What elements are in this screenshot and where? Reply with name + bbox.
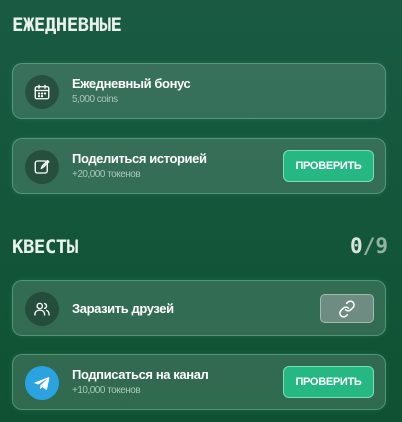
quests-progress: 0/9 xyxy=(350,234,388,258)
invite-friends-text: Заразить друзей xyxy=(72,301,174,316)
edit-icon xyxy=(25,150,59,184)
share-story-reward: +20,000 токенов xyxy=(72,169,141,180)
share-story-card: Поделиться историей +20,000 токенов ПРОВ… xyxy=(12,138,386,194)
subscribe-channel-text: Подписаться на канал +10,000 токенов xyxy=(72,367,209,396)
invite-friends-title: Заразить друзей xyxy=(72,301,174,316)
daily-bonus-title: Ежедневный бонус xyxy=(72,76,191,91)
subscribe-channel-reward: +10,000 токенов xyxy=(72,385,141,396)
share-story-text: Поделиться историей +20,000 токенов xyxy=(72,151,207,180)
users-icon xyxy=(25,292,59,326)
calendar-icon xyxy=(25,75,59,109)
daily-section-title: ЕЖЕДНЕВНЫЕ xyxy=(12,14,122,36)
quests-progress-total: 9 xyxy=(375,234,388,258)
subscribe-channel-check-button[interactable]: ПРОВЕРИТЬ xyxy=(283,366,374,398)
copy-invite-link-button[interactable] xyxy=(320,294,374,323)
quests-section-title: КВЕСТЫ xyxy=(12,236,78,258)
daily-bonus-card[interactable]: Ежедневный бонус 5,000 coins xyxy=(12,63,386,119)
daily-bonus-text: Ежедневный бонус 5,000 coins xyxy=(72,76,191,105)
share-story-title: Поделиться историей xyxy=(72,151,207,166)
subscribe-channel-card: Подписаться на канал +10,000 токенов ПРО… xyxy=(12,354,386,410)
quests-progress-separator: / xyxy=(362,234,376,258)
link-icon xyxy=(338,299,356,318)
quests-progress-done: 0 xyxy=(350,234,363,258)
telegram-icon xyxy=(25,366,59,400)
daily-bonus-reward: 5,000 coins xyxy=(72,94,118,105)
invite-friends-card: Заразить друзей xyxy=(12,280,386,336)
share-story-check-button[interactable]: ПРОВЕРИТЬ xyxy=(283,150,374,182)
subscribe-channel-title: Подписаться на канал xyxy=(72,367,209,382)
